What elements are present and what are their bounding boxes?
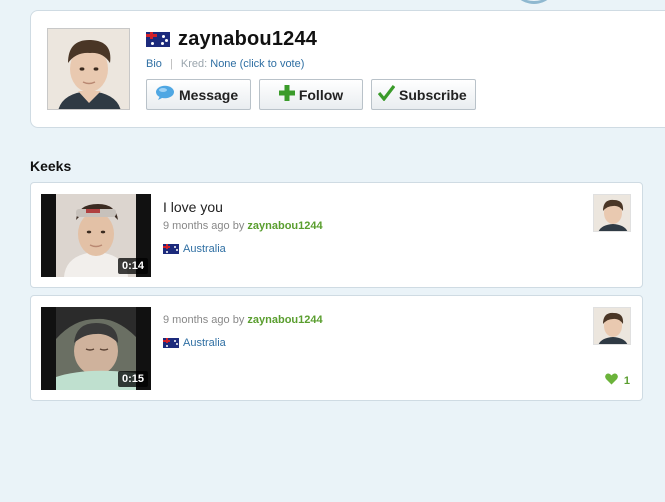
australia-flag-icon <box>163 338 179 348</box>
bio-link[interactable]: Bio <box>146 58 162 70</box>
subscribe-button[interactable]: Subscribe <box>371 79 476 110</box>
keek-location-label: Australia <box>183 337 226 349</box>
keek-meta: 9 months ago by zaynabou1244 <box>163 314 323 326</box>
kred-label: Kred: <box>180 58 208 70</box>
keek-likes[interactable]: 1 <box>604 373 630 388</box>
profile-meta: Bio | Kred: None (click to vote) <box>146 58 304 70</box>
follow-button[interactable]: Follow <box>259 79 363 110</box>
profile-username: zaynabou1244 <box>178 28 318 50</box>
speech-bubble-icon <box>155 85 175 104</box>
keek-item[interactable]: 0:15 9 months ago by zaynabou1244 Austra… <box>30 295 643 401</box>
keek-author-avatar[interactable] <box>593 194 631 232</box>
meta-separator: | <box>169 58 173 70</box>
subscribe-button-label: Subscribe <box>399 86 467 103</box>
message-button[interactable]: Message <box>146 79 251 110</box>
keek-location[interactable]: Australia <box>163 243 226 255</box>
keek-video-thumbnail[interactable]: 0:14 <box>41 194 151 277</box>
video-duration: 0:15 <box>117 371 148 387</box>
keek-location[interactable]: Australia <box>163 337 226 349</box>
plus-icon <box>278 85 295 104</box>
kred-vote-link[interactable]: None (click to vote) <box>210 58 304 70</box>
keek-time: 9 months ago <box>163 314 230 326</box>
top-decoration <box>510 0 558 4</box>
profile-card: zaynabou1244 Bio | Kred: None (click to … <box>30 10 665 128</box>
keek-author-avatar[interactable] <box>593 307 631 345</box>
keek-author-link[interactable]: zaynabou1244 <box>247 220 322 232</box>
keek-time: 9 months ago <box>163 220 230 232</box>
australia-flag-icon <box>163 244 179 254</box>
follow-button-label: Follow <box>298 86 344 103</box>
keek-video-thumbnail[interactable]: 0:15 <box>41 307 151 390</box>
keek-caption: I love you <box>163 199 223 215</box>
profile-avatar[interactable] <box>47 28 130 110</box>
keek-by: by <box>232 220 245 232</box>
keek-location-label: Australia <box>183 243 226 255</box>
checkmark-icon <box>377 85 396 104</box>
message-button-label: Message <box>179 86 239 103</box>
heart-icon <box>604 373 618 388</box>
video-duration: 0:14 <box>117 258 148 274</box>
keeks-heading: Keeks <box>30 158 72 174</box>
username-row: zaynabou1244 <box>146 28 317 51</box>
profile-actions: Message Follow Subscribe <box>146 79 476 110</box>
keek-likes-count: 1 <box>623 374 630 387</box>
keek-by: by <box>232 314 245 326</box>
keek-item[interactable]: 0:14 I love you 9 months ago by zaynabou… <box>30 182 643 288</box>
keek-meta: 9 months ago by zaynabou1244 <box>163 220 323 232</box>
australia-flag-icon <box>146 32 170 47</box>
keek-author-link[interactable]: zaynabou1244 <box>247 314 322 326</box>
